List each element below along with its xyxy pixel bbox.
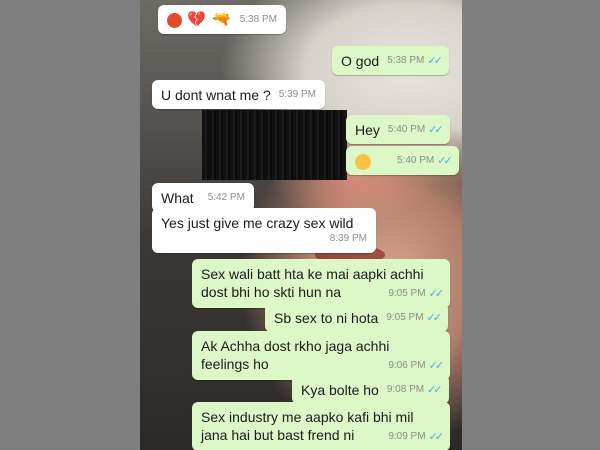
message-time: 9:05 PM [386, 312, 424, 323]
pistol-icon: 🔫 [212, 11, 232, 28]
message-outgoing[interactable]: Sex industry me aapko kafi bhi mil jana … [192, 402, 450, 450]
message-incoming[interactable]: 💔 🔫 5:38 PM [158, 5, 286, 34]
redacted-contact-block [202, 110, 347, 180]
read-ticks-icon: ✓✓ [427, 55, 443, 67]
message-outgoing[interactable]: 5:40 PM ✓✓ [346, 146, 459, 175]
message-time: 5:38 PM [387, 55, 425, 66]
message-text: Hey [355, 122, 380, 138]
message-outgoing[interactable]: Ak Achha dost rkho jaga achhi feelings h… [192, 331, 450, 380]
message-incoming[interactable]: Yes just give me crazy sex wild 8:39 PM [152, 208, 376, 253]
message-time: 9:05 PM [388, 288, 426, 299]
thinking-face-icon [355, 154, 371, 170]
message-text: Kya bolte ho [301, 382, 379, 398]
message-outgoing[interactable]: Hey 5:40 PM ✓✓ [346, 115, 450, 144]
message-outgoing[interactable]: Kya bolte ho 9:08 PM ✓✓ [292, 375, 449, 404]
message-time: 5:40 PM [397, 155, 435, 166]
angry-face-icon [167, 12, 182, 28]
broken-heart-icon: 💔 [187, 11, 207, 28]
chat-screen: 💔 🔫 5:38 PM O god 5:38 PM ✓✓ U dont wnat… [140, 0, 462, 450]
message-time: 9:09 PM [388, 431, 426, 442]
message-time: 5:39 PM [278, 89, 316, 100]
message-time: 5:42 PM [207, 192, 245, 203]
message-outgoing[interactable]: O god 5:38 PM ✓✓ [332, 46, 449, 75]
message-outgoing[interactable]: Sb sex to ni hota 9:05 PM ✓✓ [265, 303, 448, 332]
message-time: 8:39 PM [329, 233, 367, 244]
message-text: What [161, 190, 194, 206]
message-time: 5:40 PM [387, 124, 426, 135]
message-text: O god [341, 53, 380, 69]
read-ticks-icon: ✓✓ [427, 384, 443, 396]
message-text: U dont wnat me ? [161, 87, 271, 103]
message-time: 9:08 PM [386, 384, 425, 395]
message-time: 9:06 PM [388, 360, 426, 371]
message-outgoing[interactable]: Sex wali batt hta ke mai aapki achhi dos… [192, 259, 450, 308]
read-ticks-icon: ✓✓ [426, 312, 443, 324]
message-time: 5:38 PM [239, 14, 277, 25]
emoji-row: 💔 🔫 [167, 11, 232, 29]
read-ticks-icon: ✓✓ [428, 431, 445, 443]
message-text: Sb sex to ni hota [274, 310, 379, 326]
read-ticks-icon: ✓✓ [428, 288, 445, 300]
message-incoming[interactable]: U dont wnat me ? 5:39 PM [152, 80, 325, 109]
read-ticks-icon: ✓✓ [437, 155, 453, 167]
read-ticks-icon: ✓✓ [428, 124, 444, 136]
read-ticks-icon: ✓✓ [428, 360, 445, 372]
